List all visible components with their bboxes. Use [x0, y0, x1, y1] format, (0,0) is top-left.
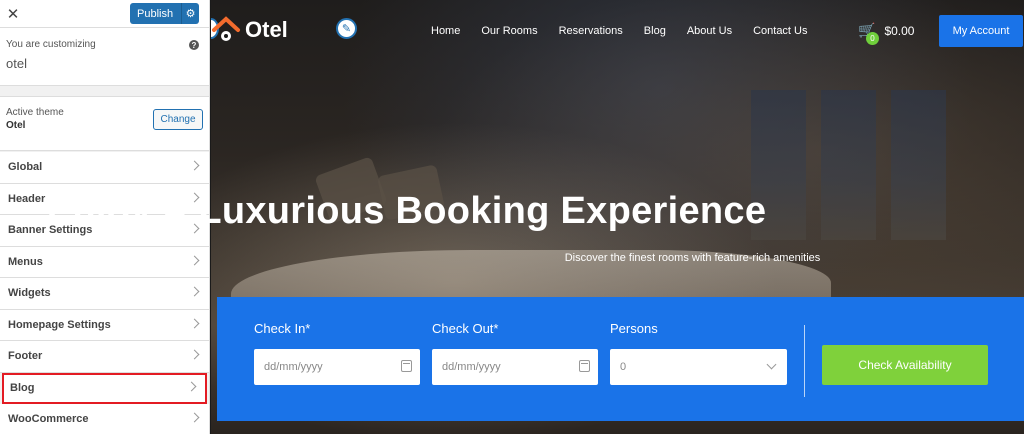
check-in-input[interactable]: dd/mm/yyyy: [254, 349, 420, 385]
nav-reservations[interactable]: Reservations: [559, 25, 623, 37]
change-theme-button[interactable]: Change: [153, 109, 203, 130]
active-theme-section: Active theme Otel Change: [0, 96, 209, 151]
logo-text: Otel: [245, 17, 288, 42]
check-in-placeholder: dd/mm/yyyy: [264, 361, 323, 373]
chevron-right-icon: [189, 349, 200, 360]
persons-value: 0: [620, 361, 627, 373]
close-icon[interactable]: ✕: [0, 0, 26, 27]
sidebar-item-label: WooCommerce: [8, 413, 89, 426]
sidebar-item-blog[interactable]: Blog: [2, 372, 207, 404]
check-out-input[interactable]: dd/mm/yyyy: [432, 349, 598, 385]
sidebar-item-homepage-settings[interactable]: Homepage Settings: [0, 309, 209, 341]
nav-contact-us[interactable]: Contact Us: [753, 25, 807, 37]
gear-icon[interactable]: ⚙: [181, 3, 199, 24]
sidebar-item-label: Menus: [8, 255, 43, 268]
edit-pencil-icon[interactable]: ✎: [336, 18, 357, 39]
customizing-info: You are customizing otel ?: [0, 28, 209, 86]
check-in-label: Check In*: [254, 321, 311, 336]
background-window: [891, 90, 946, 240]
cart[interactable]: 🛒 0 $0.00: [858, 22, 915, 45]
divider: [804, 325, 805, 397]
publish-label: Publish: [137, 7, 174, 20]
calendar-icon: [579, 360, 590, 372]
check-availability-button[interactable]: Check Availability: [822, 345, 988, 385]
hero-subtitle: Discover the finest rooms with feature-r…: [564, 252, 821, 264]
sidebar-item-label: Widgets: [8, 287, 51, 300]
chevron-right-icon: [189, 160, 200, 171]
cart-total: $0.00: [884, 23, 915, 38]
check-out-placeholder: dd/mm/yyyy: [442, 361, 501, 373]
my-account-button[interactable]: My Account: [939, 15, 1023, 47]
publish-button[interactable]: Publish ⚙: [130, 3, 199, 24]
sidebar-item-woocommerce[interactable]: WooCommerce: [0, 404, 209, 434]
cart-count-badge: 0: [866, 32, 879, 45]
customizing-label: You are customizing: [6, 39, 96, 50]
sidebar-item-footer[interactable]: Footer: [0, 341, 209, 373]
chevron-down-icon: [766, 359, 777, 370]
sidebar-item-menus[interactable]: Menus: [0, 246, 209, 278]
persons-select[interactable]: 0: [610, 349, 787, 385]
cart-icon: 🛒 0: [858, 22, 879, 45]
nav-about-us[interactable]: About Us: [687, 25, 732, 37]
calendar-icon: [401, 360, 412, 372]
nav-our-rooms[interactable]: Our Rooms: [481, 25, 537, 37]
logo-icon: [211, 15, 241, 45]
chevron-right-icon: [189, 286, 200, 297]
chevron-right-icon: [186, 381, 197, 391]
sidebar-item-label: Footer: [8, 350, 43, 363]
check-out-label: Check Out*: [432, 321, 499, 336]
site-name: otel: [6, 56, 27, 71]
nav-home[interactable]: Home: [431, 25, 460, 37]
chevron-right-icon: [189, 255, 200, 265]
chevron-right-icon: [189, 318, 200, 328]
nav-blog[interactable]: Blog: [644, 25, 666, 37]
sidebar-item-global[interactable]: Global: [0, 152, 209, 184]
sidebar-item-label: Homepage Settings: [8, 318, 111, 331]
sidebar-item-widgets[interactable]: Widgets: [0, 278, 209, 310]
booking-form: Check In* dd/mm/yyyy Check Out* dd/mm/yy…: [217, 297, 1024, 421]
main-nav: Home Our Rooms Reservations Blog About U…: [431, 25, 829, 37]
chevron-right-icon: [189, 412, 200, 423]
help-icon[interactable]: ?: [189, 40, 199, 50]
persons-label: Persons: [610, 321, 658, 336]
sidebar-item-label: Global: [8, 161, 43, 174]
customizer-header: ✕ Publish ⚙: [0, 0, 209, 28]
site-logo[interactable]: Otel: [211, 15, 288, 45]
hero-title: Enjoy A Luxurious Booking Experience: [46, 190, 767, 232]
sidebar-item-label: Blog: [10, 381, 35, 394]
background-window: [821, 90, 876, 240]
